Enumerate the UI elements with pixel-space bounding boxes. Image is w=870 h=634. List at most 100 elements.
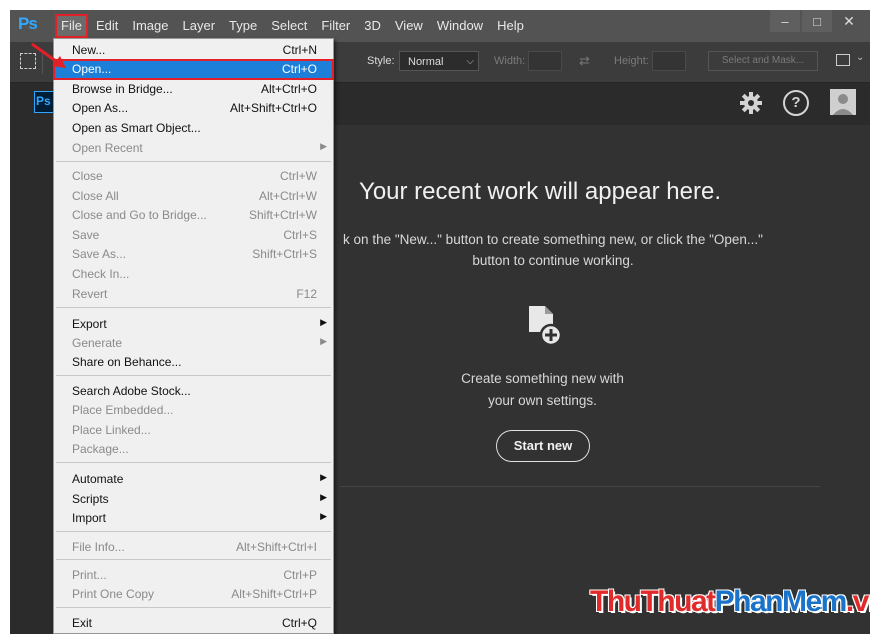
menu-item-place-embedded[interactable]: Place Embedded... (54, 401, 333, 420)
minimize-button[interactable]: – (770, 10, 800, 32)
menu-item-check-in[interactable]: Check In... (54, 265, 333, 284)
width-input[interactable] (528, 51, 562, 71)
menu-item-label: Close (72, 169, 103, 183)
menu-type[interactable]: Type (222, 15, 264, 37)
menu-item-label: Save As... (72, 247, 127, 261)
window-controls: – □ ✕ (770, 10, 864, 34)
menu-edit[interactable]: Edit (89, 15, 125, 37)
menu-item-label: Exit (72, 616, 93, 630)
menu-item-open[interactable]: Open... Ctrl+O (53, 59, 334, 80)
menu-item-label: Revert (72, 287, 108, 301)
watermark-part: ThuThuat (590, 585, 716, 618)
menu-item-browse-in-bridge[interactable]: Browse in Bridge... Alt+Ctrl+O (54, 80, 333, 99)
width-label: Width: (494, 55, 526, 67)
menu-item-scripts[interactable]: Scripts ▶ (54, 490, 333, 509)
menu-item-print-one-copy[interactable]: Print One Copy Alt+Shift+Ctrl+P (54, 585, 333, 604)
avatar[interactable] (830, 89, 856, 115)
photoshop-logo: Ps (18, 14, 38, 33)
menu-view[interactable]: View (388, 15, 430, 37)
menu-item-close[interactable]: Close Ctrl+W (54, 167, 333, 186)
menu-item-label: Scripts (72, 492, 109, 506)
menu-item-save[interactable]: Save Ctrl+S (54, 226, 333, 245)
menu-item-new[interactable]: New... Ctrl+N (54, 41, 333, 60)
menu-item-label: New... (72, 43, 106, 57)
left-panel (10, 125, 54, 634)
menu-filter[interactable]: Filter (314, 15, 357, 37)
menu-separator (56, 375, 331, 376)
menu-item-package[interactable]: Package... (54, 440, 333, 459)
menu-window[interactable]: Window (430, 15, 490, 37)
menu-item-shortcut: Ctrl+Q (281, 616, 317, 630)
maximize-button[interactable]: □ (802, 10, 832, 32)
menu-item-label: Share on Behance... (72, 355, 182, 369)
menu-item-close-all[interactable]: Close All Alt+Ctrl+W (54, 187, 333, 206)
menu-item-open-as[interactable]: Open As... Alt+Shift+Ctrl+O (54, 99, 333, 118)
menu-image[interactable]: Image (125, 15, 175, 37)
swap-icon[interactable]: ⇄ (579, 53, 590, 69)
chevron-down-icon: ⌵ (466, 56, 474, 67)
menu-item-generate[interactable]: Generate ▶ (54, 334, 333, 353)
submenu-arrow-icon: ▶ (320, 336, 327, 346)
menu-item-label: Close All (72, 189, 119, 203)
menu-item-share-on-behance[interactable]: Share on Behance... (54, 353, 333, 372)
select-and-mask-button[interactable]: Select and Mask... (708, 51, 818, 71)
menu-item-search-adobe-stock[interactable]: Search Adobe Stock... (54, 382, 333, 401)
menu-separator (56, 607, 331, 608)
style-select[interactable]: Normal ⌵ (399, 51, 479, 71)
menu-help[interactable]: Help (490, 15, 531, 37)
menu-item-export[interactable]: Export ▶ (54, 315, 333, 334)
menu-item-open-recent[interactable]: Open Recent ▶ (54, 139, 333, 158)
recent-work-description: k on the "New..." button to create somet… (328, 229, 778, 271)
workspace-icon[interactable] (836, 54, 850, 66)
chevron-down-icon[interactable]: ⌄ (856, 52, 864, 63)
create-line: Create something new with (461, 371, 624, 386)
help-icon[interactable]: ? (783, 90, 809, 116)
menu-item-exit[interactable]: Exit Ctrl+Q (54, 614, 333, 633)
menu-item-place-linked[interactable]: Place Linked... (54, 421, 333, 440)
menu-item-shortcut: Ctrl+P (283, 568, 317, 582)
close-button[interactable]: ✕ (834, 10, 864, 32)
submenu-arrow-icon: ▶ (320, 141, 327, 151)
height-input[interactable] (652, 51, 686, 71)
menu-item-shortcut: Ctrl+O (281, 62, 317, 76)
menu-item-close-and-go-to-bridge[interactable]: Close and Go to Bridge... Shift+Ctrl+W (54, 206, 333, 225)
menu-item-shortcut: Shift+Ctrl+W (248, 208, 317, 222)
menu-item-shortcut: Alt+Ctrl+W (258, 189, 317, 203)
menu-item-label: Place Embedded... (72, 403, 174, 417)
menu-file[interactable]: File (55, 14, 88, 38)
create-description: Create something new with your own setti… (430, 368, 655, 412)
menu-item-automate[interactable]: Automate ▶ (54, 470, 333, 489)
menu-item-revert[interactable]: Revert F12 (54, 285, 333, 304)
photoshop-window: Ps File Edit Image Layer Type Select Fil… (10, 10, 870, 634)
menu-item-print[interactable]: Print... Ctrl+P (54, 566, 333, 585)
submenu-arrow-icon: ▶ (320, 472, 327, 482)
menu-3d[interactable]: 3D (357, 15, 388, 37)
menu-item-import[interactable]: Import ▶ (54, 509, 333, 528)
menu-separator (56, 531, 331, 532)
start-new-button[interactable]: Start new (496, 430, 590, 462)
menu-layer[interactable]: Layer (176, 15, 223, 37)
gear-icon[interactable] (739, 91, 763, 115)
menu-item-shortcut: Alt+Shift+Ctrl+I (235, 540, 317, 554)
divider (340, 486, 820, 487)
menu-separator (56, 559, 331, 560)
menu-item-shortcut: F12 (296, 287, 317, 301)
menu-item-label: Export (72, 317, 107, 331)
menu-item-label: Open as Smart Object... (72, 121, 201, 135)
menu-item-shortcut: Ctrl+S (283, 228, 317, 242)
menu-item-save-as[interactable]: Save As... Shift+Ctrl+S (54, 245, 333, 264)
menu-item-label: File Info... (72, 540, 125, 554)
style-value: Normal (408, 56, 444, 68)
create-line: your own settings. (488, 393, 597, 408)
submenu-arrow-icon: ▶ (320, 492, 327, 502)
menu-item-label: Open Recent (72, 141, 143, 155)
menu-item-label: Browse in Bridge... (72, 82, 173, 96)
menu-select[interactable]: Select (264, 15, 314, 37)
submenu-arrow-icon: ▶ (320, 317, 327, 327)
marquee-tool-icon[interactable] (20, 53, 36, 69)
watermark-part: PhanMem (714, 585, 848, 618)
menu-item-label: Import (72, 511, 107, 525)
menu-item-shortcut: Shift+Ctrl+S (252, 247, 317, 261)
menu-item-file-info[interactable]: File Info... Alt+Shift+Ctrl+I (54, 538, 333, 557)
menu-item-open-as-smart-object[interactable]: Open as Smart Object... (54, 119, 333, 138)
